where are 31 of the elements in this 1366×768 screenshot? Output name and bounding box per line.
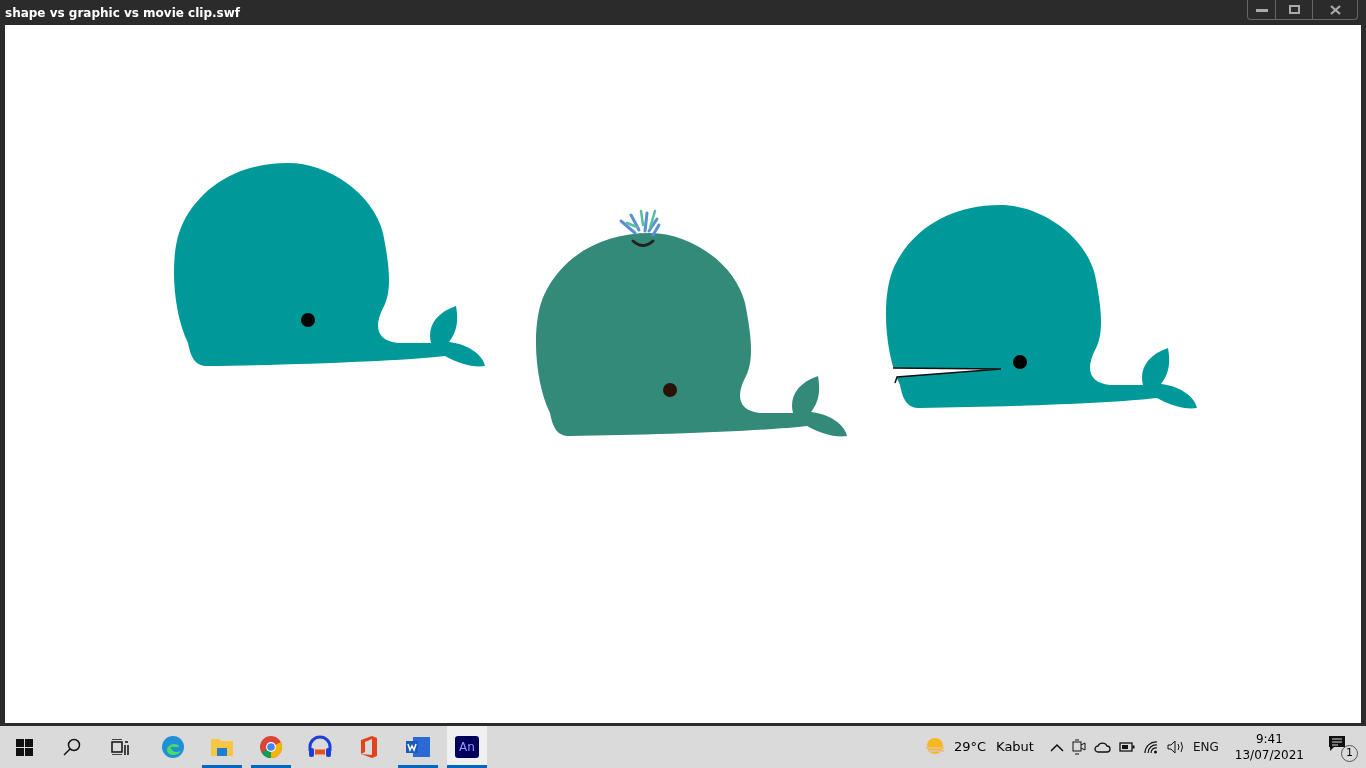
temperature-label: 29°C: [954, 738, 987, 757]
word-document-icon: [405, 736, 431, 758]
notification-count-badge: 1: [1341, 745, 1358, 762]
hidden-icons-button[interactable]: [1049, 742, 1064, 752]
sun-cloud-icon: [924, 737, 946, 757]
headphones-icon: [307, 735, 333, 759]
task-view-icon: [111, 739, 129, 755]
message-icon: [1328, 735, 1346, 753]
camera-icon: [1071, 739, 1086, 755]
edge-browser-icon: [161, 735, 185, 759]
clock-button[interactable]: 9:41 13/07/2021: [1234, 730, 1304, 764]
folder-icon: [210, 736, 234, 758]
chevron-up-icon: [1049, 742, 1064, 752]
windows-logo-icon: [15, 738, 33, 756]
taskbar-app-button[interactable]: An: [447, 726, 487, 768]
animate-app-icon: An: [455, 736, 479, 758]
speaker-icon: [1166, 740, 1185, 754]
wifi-icon: [1142, 740, 1159, 754]
weather-widget[interactable]: 29°C Kabut: [924, 737, 1034, 757]
search-icon: [63, 738, 81, 756]
minimize-icon: [1255, 7, 1268, 12]
maximize-icon: [1288, 5, 1300, 14]
notifications-button[interactable]: 1: [1328, 732, 1358, 762]
language-indicator[interactable]: ENG: [1192, 738, 1219, 756]
close-icon: [1329, 4, 1341, 15]
weather-condition-label: Kabut: [996, 738, 1034, 757]
window-title: shape vs graphic vs movie clip.swf: [4, 4, 241, 22]
chrome-browser-icon: [259, 735, 283, 759]
cloud-icon: [1093, 741, 1111, 753]
battery-icon: [1118, 742, 1135, 752]
office-logo-icon: [359, 735, 379, 759]
